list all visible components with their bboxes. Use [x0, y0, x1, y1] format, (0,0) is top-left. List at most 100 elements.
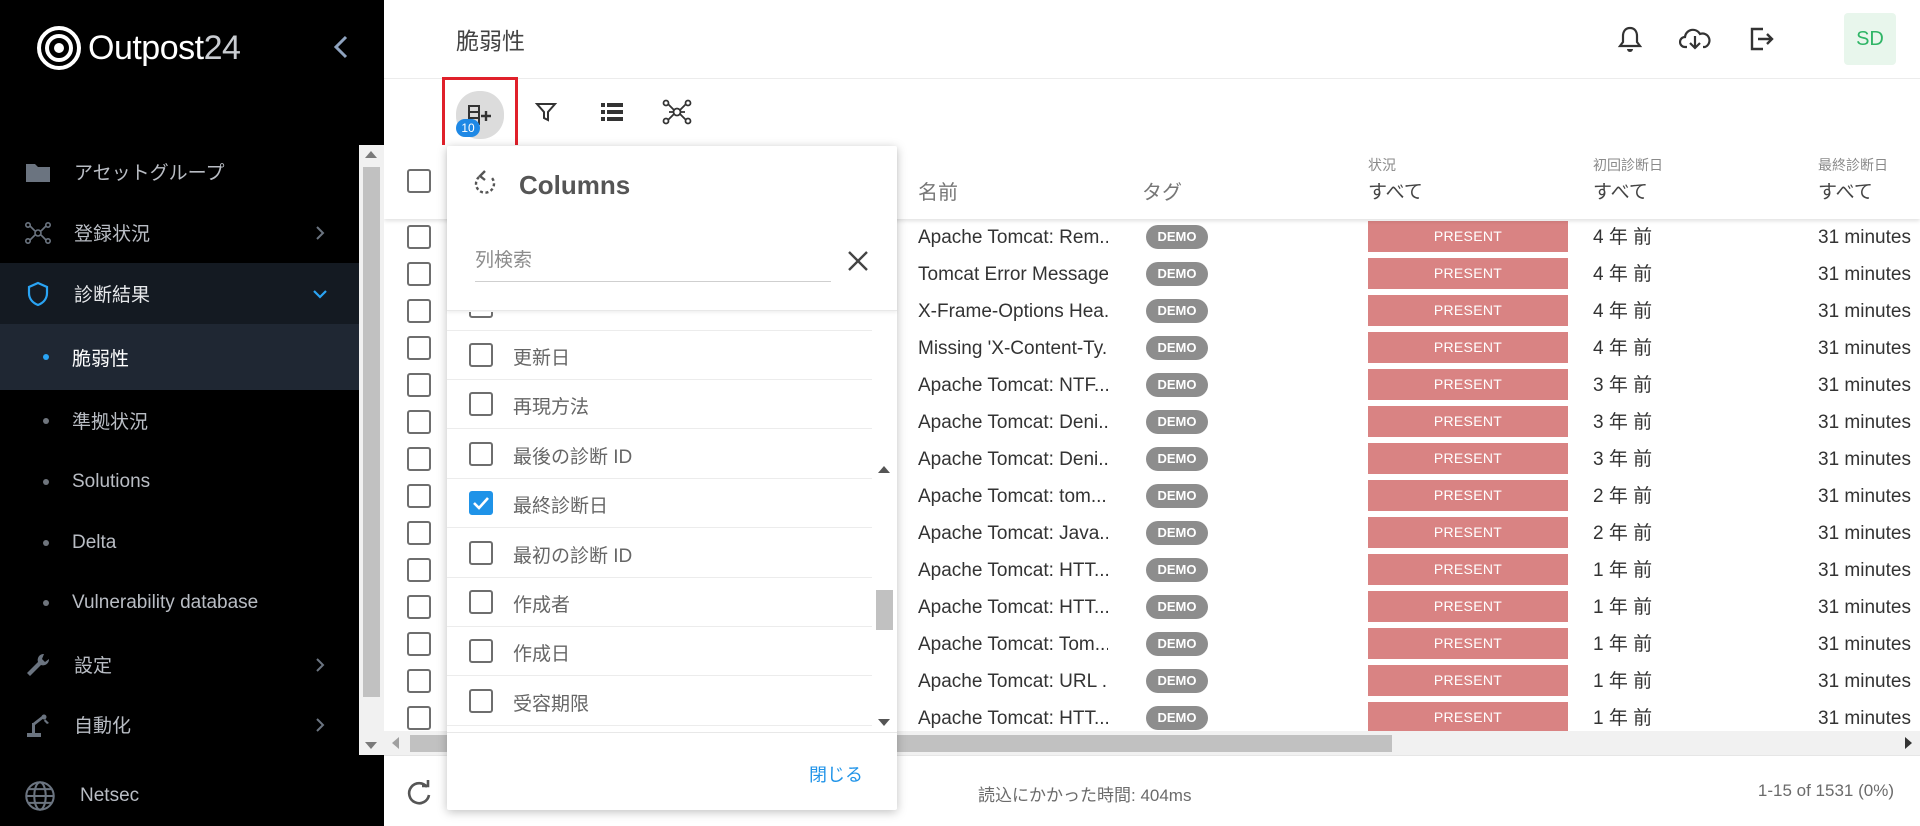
- cell-name[interactable]: Missing 'X-Content-Ty...: [918, 330, 1108, 367]
- cell-name[interactable]: Tomcat Error Message: [918, 256, 1108, 293]
- network-icon: [24, 221, 51, 244]
- row-checkbox[interactable]: [407, 262, 431, 286]
- sidebar-item-vulnerability-database[interactable]: Vulnerability database: [0, 572, 384, 633]
- sidebar-item-registration[interactable]: 登録状況: [0, 202, 384, 263]
- column-option[interactable]: 最終診断日: [447, 479, 872, 529]
- sidebar-item-solutions[interactable]: Solutions: [0, 451, 384, 512]
- sidebar-item-label: Netsec: [80, 784, 140, 806]
- select-all-checkbox[interactable]: [407, 169, 431, 193]
- column-option[interactable]: 受容期限: [447, 677, 872, 726]
- cell-name[interactable]: Apache Tomcat: HTT...: [918, 589, 1108, 626]
- row-checkbox[interactable]: [407, 521, 431, 545]
- last-scan-filter[interactable]: すべて: [1818, 177, 1873, 204]
- filter-button[interactable]: [523, 89, 569, 135]
- scroll-up-arrow[interactable]: [365, 151, 377, 158]
- tag-badge: DEMO: [1146, 299, 1208, 323]
- brand-name: Outpost: [88, 28, 204, 67]
- cell-name[interactable]: Apache Tomcat: Rem...: [918, 219, 1108, 256]
- sidebar-item-settings[interactable]: 設定: [0, 634, 384, 695]
- cell-name[interactable]: Apache Tomcat: Deni...: [918, 404, 1108, 441]
- row-checkbox[interactable]: [407, 706, 431, 730]
- column-option[interactable]: 更新日: [447, 331, 872, 380]
- row-checkbox[interactable]: [407, 447, 431, 471]
- cell-name[interactable]: X-Frame-Options Hea...: [918, 293, 1108, 330]
- cell-name[interactable]: Apache Tomcat: Deni...: [918, 441, 1108, 478]
- status-badge: PRESENT: [1368, 258, 1568, 289]
- column-checkbox[interactable]: [469, 312, 493, 318]
- reset-icon[interactable]: [469, 168, 501, 200]
- download-button[interactable]: [1678, 22, 1712, 56]
- column-checkbox-checked[interactable]: [469, 491, 493, 516]
- column-checkbox[interactable]: [469, 688, 493, 713]
- close-button[interactable]: 閉じる: [809, 761, 863, 787]
- graph-view-button[interactable]: [654, 89, 700, 135]
- column-option[interactable]: 再現方法: [447, 380, 872, 430]
- status-filter[interactable]: すべて: [1368, 177, 1423, 204]
- row-checkbox[interactable]: [407, 558, 431, 582]
- cell-name[interactable]: Apache Tomcat: Tom...: [918, 626, 1108, 663]
- list-view-button[interactable]: [589, 89, 635, 135]
- row-checkbox[interactable]: [407, 632, 431, 656]
- column-option[interactable]: 作成者: [447, 578, 872, 627]
- cell-name[interactable]: Apache Tomcat: NTF...: [918, 367, 1108, 404]
- notifications-button[interactable]: [1613, 22, 1647, 56]
- cell-last-scan: 31 minutes: [1818, 264, 1911, 285]
- scroll-left-arrow[interactable]: [392, 737, 399, 749]
- scrollbar-thumb[interactable]: [876, 590, 893, 630]
- column-checkbox[interactable]: [469, 540, 493, 565]
- sidebar-item-compliance[interactable]: 準拠状況: [0, 390, 384, 451]
- row-checkbox[interactable]: [407, 410, 431, 434]
- first-scan-filter[interactable]: すべて: [1593, 177, 1648, 204]
- row-checkbox[interactable]: [407, 373, 431, 397]
- column-option[interactable]: 作成日: [447, 627, 872, 677]
- scroll-down-arrow[interactable]: [365, 742, 377, 749]
- sidebar-item-label: 設定: [74, 656, 113, 677]
- cell-name[interactable]: Apache Tomcat: URL ...: [918, 663, 1108, 700]
- column-option[interactable]: 最後の診断 ID: [447, 430, 872, 479]
- sidebar-item-delta[interactable]: Delta: [0, 512, 384, 573]
- column-checkbox[interactable]: [469, 441, 493, 466]
- scroll-up-arrow[interactable]: [878, 466, 890, 473]
- close-icon[interactable]: [845, 248, 871, 274]
- scroll-down-arrow[interactable]: [878, 719, 890, 726]
- column-checkbox[interactable]: [469, 392, 493, 417]
- column-header-tag[interactable]: タグ: [1142, 176, 1182, 205]
- status-badge: PRESENT: [1368, 443, 1568, 474]
- sidebar-item-vulnerabilities[interactable]: 脆弱性: [0, 324, 384, 390]
- sidebar-item-automation[interactable]: 自動化: [0, 694, 384, 755]
- column-checkbox[interactable]: [469, 639, 493, 664]
- scroll-right-arrow[interactable]: [1905, 737, 1912, 749]
- column-search-input[interactable]: [475, 242, 831, 280]
- row-checkbox[interactable]: [407, 336, 431, 360]
- column-header-name[interactable]: 名前: [918, 176, 958, 205]
- chevron-right-icon: [316, 225, 325, 240]
- row-checkbox[interactable]: [407, 225, 431, 249]
- page-vertical-scrollbar[interactable]: [359, 145, 384, 755]
- user-avatar[interactable]: SD: [1844, 13, 1896, 65]
- column-checkbox[interactable]: [469, 590, 493, 614]
- row-checkbox[interactable]: [407, 595, 431, 619]
- column-option-partial[interactable]: [447, 312, 872, 331]
- row-checkbox[interactable]: [407, 669, 431, 693]
- load-time: 読込にかかった時間: 404ms: [978, 786, 1192, 805]
- column-checkbox[interactable]: [469, 343, 493, 367]
- sidebar-item-diagnosis-results[interactable]: 診断結果: [0, 263, 384, 324]
- collapse-sidebar-button[interactable]: [326, 30, 356, 64]
- cell-name[interactable]: Apache Tomcat: HTT...: [918, 552, 1108, 589]
- row-checkbox[interactable]: [407, 484, 431, 508]
- cell-name[interactable]: Apache Tomcat: Java...: [918, 515, 1108, 552]
- logout-button[interactable]: [1744, 22, 1778, 56]
- scrollbar-thumb[interactable]: [363, 167, 380, 697]
- tag-badge: DEMO: [1146, 410, 1208, 434]
- sidebar-item-asset-groups[interactable]: アセットグループ: [0, 141, 384, 202]
- sidebar-item-netsec[interactable]: Netsec: [0, 765, 384, 826]
- column-option[interactable]: 最初の診断 ID: [447, 529, 872, 578]
- column-option-label: 更新日: [513, 348, 571, 369]
- refresh-icon[interactable]: [404, 778, 434, 808]
- page-title: 脆弱性: [456, 28, 525, 54]
- row-checkbox[interactable]: [407, 299, 431, 323]
- columns-list-scrollbar[interactable]: [872, 312, 897, 732]
- outpost24-logo[interactable]: Outpost24: [36, 24, 241, 72]
- nav-dot: [43, 417, 49, 424]
- cell-name[interactable]: Apache Tomcat: tom...: [918, 478, 1108, 515]
